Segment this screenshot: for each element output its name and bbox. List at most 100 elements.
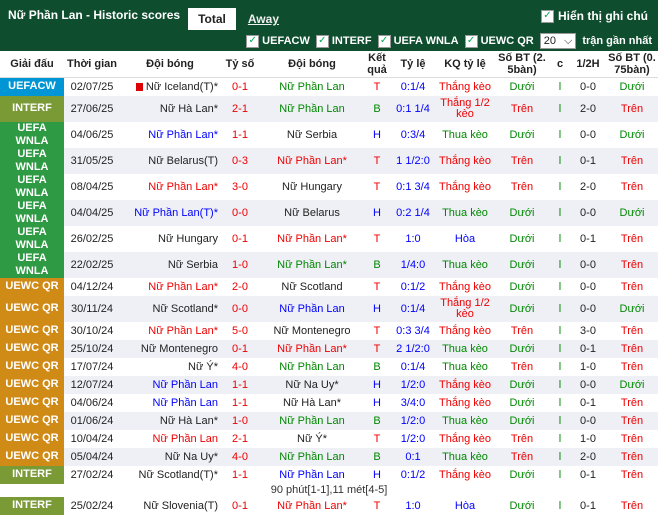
home-team[interactable]: Nữ Hà Lan* [120, 95, 220, 122]
away-team[interactable]: Nữ Phần Lan [260, 447, 364, 466]
competition-badge[interactable]: UEWC QR [0, 447, 64, 466]
score[interactable]: 0-1 [220, 225, 260, 252]
score[interactable]: 0-0 [220, 199, 260, 226]
away-team[interactable]: Nữ Phần Lan [260, 95, 364, 122]
score[interactable]: 4-0 [220, 357, 260, 376]
score[interactable]: 1-1 [220, 393, 260, 412]
checkbox-checked-icon[interactable]: ✓ [464, 34, 478, 48]
competition-badge[interactable]: UEFA WNLA [0, 173, 64, 200]
table-row[interactable]: INTERF 27/06/25 Nữ Hà Lan* 2-1 Nữ Phần Lan B 0… [0, 95, 658, 122]
competition-badge[interactable]: UEWC QR [0, 429, 64, 448]
table-row[interactable]: UEWC QR 01/06/24 Nữ Hà Lan* 1-0 Nữ Phần Lan B… [0, 411, 658, 430]
home-team[interactable]: Nữ Na Uy* [120, 447, 220, 466]
score[interactable]: 3-0 [220, 173, 260, 200]
away-team[interactable]: Nữ Belarus [260, 199, 364, 226]
table-row[interactable]: UEFA WNLA 26/02/25 Nữ Hungary 0-1 Nữ Phần La… [0, 225, 658, 252]
home-team[interactable]: Nữ Phần Lan* [120, 173, 220, 200]
checkbox-checked-icon[interactable]: ✓ [315, 34, 329, 48]
away-team[interactable]: Nữ Phần Lan* [260, 147, 364, 174]
score[interactable]: 2-1 [220, 95, 260, 122]
home-team[interactable]: Nữ Montenegro [120, 339, 220, 358]
away-team[interactable]: Nữ Scotland [260, 277, 364, 296]
home-team[interactable]: Nữ Scotland(T)* [120, 465, 220, 484]
table-row[interactable]: UEFA WNLA 04/04/25 Nữ Phần Lan(T)* 0-0 Nữ Be… [0, 199, 658, 226]
table-row[interactable]: UEWC QR 30/11/24 Nữ Scotland* 0-0 Nữ Phần La… [0, 295, 658, 322]
score[interactable]: 1-1 [220, 465, 260, 484]
home-team[interactable]: Nữ Phần Lan(T)* [120, 199, 220, 226]
table-row[interactable]: UEWC QR 25/10/24 Nữ Montenegro 0-1 Nữ Phần L… [0, 339, 658, 358]
competition-badge[interactable]: INTERF [0, 496, 64, 515]
filter-uefacw[interactable]: ✓ UEFACW [246, 34, 310, 48]
filter-uefa-wnla[interactable]: ✓ UEFA WNLA [377, 34, 459, 48]
competition-badge[interactable]: UEWC QR [0, 375, 64, 394]
table-row[interactable]: UEWC QR 04/06/24 Nữ Phần Lan 1-1 Nữ Hà Lan* H… [0, 393, 658, 412]
home-team[interactable]: Nữ Ý* [120, 357, 220, 376]
competition-badge[interactable]: UEFA WNLA [0, 199, 64, 226]
home-team[interactable]: Nữ Iceland(T)* [120, 77, 220, 96]
competition-badge[interactable]: UEWC QR [0, 411, 64, 430]
home-team[interactable]: Nữ Hungary [120, 225, 220, 252]
checkbox-checked-icon[interactable]: ✓ [541, 9, 554, 23]
competition-badge[interactable]: UEFA WNLA [0, 225, 64, 252]
tab-away[interactable]: Away [238, 8, 289, 30]
away-team[interactable]: Nữ Phần Lan [260, 77, 364, 96]
score[interactable]: 5-0 [220, 321, 260, 340]
competition-badge[interactable]: UEFACW [0, 77, 64, 96]
table-row[interactable]: INTERF 27/02/24 Nữ Scotland(T)* 1-1 Nữ Phần … [0, 465, 658, 484]
score[interactable]: 0-3 [220, 147, 260, 174]
competition-badge[interactable]: UEWC QR [0, 393, 64, 412]
table-row[interactable]: UEWC QR 10/04/24 Nữ Phần Lan 2-1 Nữ Ý* T 1/2:0… [0, 429, 658, 448]
away-team[interactable]: Nữ Phần Lan* [260, 496, 364, 515]
away-team[interactable]: Nữ Phần Lan [260, 295, 364, 322]
away-team[interactable]: Nữ Montenegro [260, 321, 364, 340]
home-team[interactable]: Nữ Belarus(T) [120, 147, 220, 174]
score[interactable]: 2-1 [220, 429, 260, 448]
score[interactable]: 1-0 [220, 251, 260, 278]
score[interactable]: 1-1 [220, 121, 260, 148]
competition-badge[interactable]: UEFA WNLA [0, 147, 64, 174]
score[interactable]: 0-1 [220, 339, 260, 358]
competition-badge[interactable]: UEWC QR [0, 321, 64, 340]
filter-interf[interactable]: ✓ INTERF [315, 34, 372, 48]
table-row[interactable]: UEFACW 02/07/25 Nữ Iceland(T)* 0-1 Nữ Phần L… [0, 77, 658, 96]
table-row[interactable]: UEWC QR 30/10/24 Nữ Phần Lan* 5-0 Nữ Montene… [0, 321, 658, 340]
match-count-select[interactable]: 20 ⌵ [539, 33, 577, 49]
score[interactable]: 2-0 [220, 277, 260, 296]
competition-badge[interactable]: INTERF [0, 465, 64, 484]
home-team[interactable]: Nữ Serbia [120, 251, 220, 278]
away-team[interactable]: Nữ Hungary [260, 173, 364, 200]
show-notes-toggle[interactable]: ✓ Hiển thị ghi chú [541, 9, 648, 23]
home-team[interactable]: Nữ Phần Lan* [120, 121, 220, 148]
away-team[interactable]: Nữ Phần Lan [260, 411, 364, 430]
competition-badge[interactable]: INTERF [0, 95, 64, 122]
score[interactable]: 1-1 [220, 375, 260, 394]
table-row[interactable]: INTERF 25/02/24 Nữ Slovenia(T) 0-1 Nữ Phần L… [0, 496, 658, 515]
score[interactable]: 0-1 [220, 77, 260, 96]
away-team[interactable]: Nữ Phần Lan* [260, 251, 364, 278]
table-row[interactable]: UEWC QR 04/12/24 Nữ Phần Lan* 2-0 Nữ Scotlan… [0, 277, 658, 296]
competition-badge[interactable]: UEFA WNLA [0, 251, 64, 278]
home-team[interactable]: Nữ Hà Lan* [120, 411, 220, 430]
table-row[interactable]: UEFA WNLA 08/04/25 Nữ Phần Lan* 3-0 Nữ Hunga… [0, 173, 658, 200]
away-team[interactable]: Nữ Phần Lan [260, 357, 364, 376]
table-row[interactable]: UEWC QR 12/07/24 Nữ Phần Lan 1-1 Nữ Na Uy* H 1… [0, 375, 658, 394]
home-team[interactable]: Nữ Phần Lan [120, 375, 220, 394]
home-team[interactable]: Nữ Phần Lan* [120, 321, 220, 340]
away-team[interactable]: Nữ Phần Lan [260, 465, 364, 484]
table-row[interactable]: UEFA WNLA 04/06/25 Nữ Phần Lan* 1-1 Nữ Serbi… [0, 121, 658, 148]
competition-badge[interactable]: UEWC QR [0, 339, 64, 358]
away-team[interactable]: Nữ Phần Lan* [260, 339, 364, 358]
table-row[interactable]: UEFA WNLA 22/02/25 Nữ Serbia 1-0 Nữ Phần Lan… [0, 251, 658, 278]
tab-total[interactable]: Total [188, 8, 236, 30]
home-team[interactable]: Nữ Phần Lan [120, 393, 220, 412]
competition-badge[interactable]: UEWC QR [0, 357, 64, 376]
table-row[interactable]: UEWC QR 17/07/24 Nữ Ý* 4-0 Nữ Phần Lan B 0:1/4… [0, 357, 658, 376]
away-team[interactable]: Nữ Ý* [260, 429, 364, 448]
home-team[interactable]: Nữ Scotland* [120, 295, 220, 322]
home-team[interactable]: Nữ Slovenia(T) [120, 496, 220, 515]
away-team[interactable]: Nữ Phần Lan* [260, 225, 364, 252]
table-row[interactable]: UEWC QR 05/04/24 Nữ Na Uy* 4-0 Nữ Phần Lan B 0… [0, 447, 658, 466]
away-team[interactable]: Nữ Na Uy* [260, 375, 364, 394]
score[interactable]: 0-1 [220, 496, 260, 515]
home-team[interactable]: Nữ Phần Lan [120, 429, 220, 448]
